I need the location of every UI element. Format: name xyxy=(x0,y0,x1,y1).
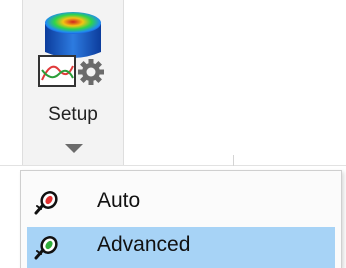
ribbon-separator xyxy=(233,155,234,166)
chevron-down-icon[interactable] xyxy=(65,144,83,153)
menu-item-advanced-label: Advanced xyxy=(97,233,191,256)
ribbon-divider xyxy=(0,165,346,166)
menu-item-auto[interactable]: Auto xyxy=(27,183,335,221)
sensor-probe-icon xyxy=(34,191,58,215)
setup-button[interactable]: Setup xyxy=(22,0,124,165)
setup-icon xyxy=(38,12,104,87)
ribbon-background xyxy=(123,0,346,165)
sensor-probe-icon xyxy=(34,236,58,260)
setup-dropdown-menu: Auto Advanced xyxy=(20,170,342,268)
menu-item-auto-label: Auto xyxy=(97,189,141,212)
menu-item-advanced[interactable]: Advanced xyxy=(27,227,335,268)
setup-button-label: Setup xyxy=(48,104,98,125)
